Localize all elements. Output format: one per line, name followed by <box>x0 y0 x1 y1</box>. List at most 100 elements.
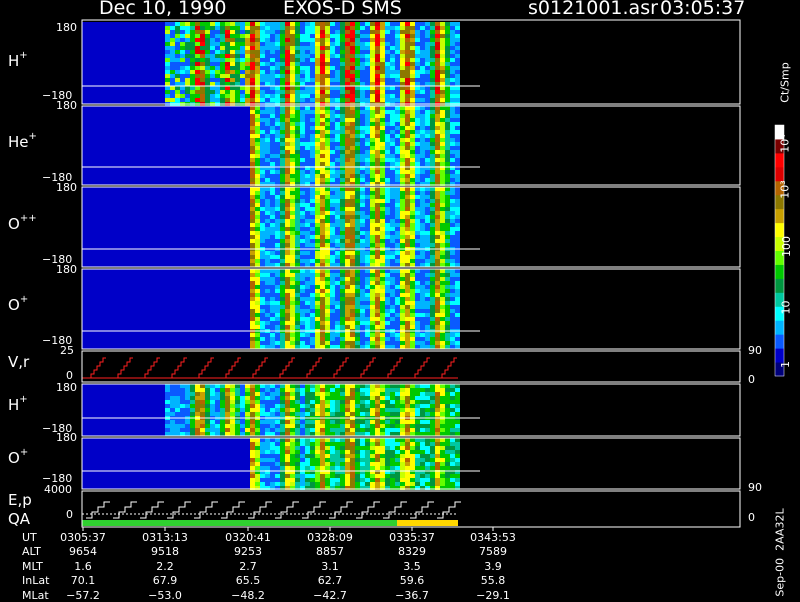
heatmap-cell <box>370 199 375 203</box>
heatmap-cell <box>265 66 270 70</box>
heatmap-cell <box>305 424 310 428</box>
heatmap-cell <box>260 313 265 317</box>
heatmap-cell <box>395 341 400 345</box>
heatmap-cell <box>370 239 375 243</box>
heatmap-cell <box>265 26 270 30</box>
heatmap-cell <box>385 392 390 396</box>
heatmap-cell <box>270 94 275 98</box>
heatmap-cell <box>275 158 280 162</box>
heatmap-cell <box>425 30 430 34</box>
heatmap-cell <box>255 34 260 38</box>
heatmap-cell <box>380 251 385 255</box>
heatmap-cell <box>335 158 340 162</box>
heatmap-cell <box>405 392 410 396</box>
heatmap-cell <box>450 98 455 102</box>
heatmap-cell <box>310 42 315 46</box>
heatmap-cell <box>400 392 405 396</box>
heatmap-cell <box>455 305 460 309</box>
heatmap-cell <box>260 297 265 301</box>
heatmap-cell <box>330 428 335 432</box>
heatmap-cell <box>410 285 415 289</box>
heatmap-cell <box>355 46 360 50</box>
heatmap-cell <box>290 187 295 191</box>
heatmap-cell <box>385 138 390 142</box>
heatmap-cell <box>200 54 205 58</box>
heatmap-cell <box>305 26 310 30</box>
heatmap-cell <box>270 432 275 436</box>
heatmap-cell <box>270 215 275 219</box>
heatmap-cell <box>415 58 420 62</box>
heatmap-cell <box>245 62 250 66</box>
heatmap-cell <box>395 396 400 400</box>
heatmap-cell <box>340 408 345 412</box>
heatmap-cell <box>350 450 355 454</box>
heatmap-cell <box>400 223 405 227</box>
heatmap-cell <box>310 150 315 154</box>
heatmap-cell <box>290 273 295 277</box>
heatmap-cell <box>315 277 320 281</box>
heatmap-cell <box>315 34 320 38</box>
heatmap-cell <box>455 269 460 273</box>
heatmap-cell <box>410 62 415 66</box>
heatmap-cell <box>315 142 320 146</box>
heatmap-cell <box>275 114 280 118</box>
heatmap-cell <box>290 281 295 285</box>
heatmap-cell <box>450 301 455 305</box>
heatmap-cell <box>285 126 290 130</box>
heatmap-cell <box>425 450 430 454</box>
heatmap-cell <box>355 199 360 203</box>
heatmap-cell <box>290 223 295 227</box>
heatmap-cell <box>335 98 340 102</box>
heatmap-cell <box>300 199 305 203</box>
heatmap-cell <box>440 86 445 90</box>
heatmap-cell <box>165 90 170 94</box>
heatmap-cell <box>200 66 205 70</box>
heatmap-cell <box>395 78 400 82</box>
heatmap-cell <box>400 227 405 231</box>
heatmap-cell <box>385 70 390 74</box>
heatmap-cell <box>235 408 240 412</box>
heatmap-cell <box>305 162 310 166</box>
heatmap-cell <box>325 130 330 134</box>
heatmap-cell <box>280 98 285 102</box>
heatmap-cell <box>315 428 320 432</box>
heatmap-cell <box>250 118 255 122</box>
heatmap-cell <box>185 22 190 26</box>
heatmap-cell <box>310 134 315 138</box>
heatmap-cell <box>175 82 180 86</box>
heatmap-cell <box>275 462 280 466</box>
heatmap-cell <box>440 122 445 126</box>
heatmap-cell <box>355 239 360 243</box>
heatmap-cell <box>365 466 370 470</box>
heatmap-cell <box>450 255 455 259</box>
heatmap-cell <box>440 26 445 30</box>
heatmap-cell <box>410 195 415 199</box>
heatmap-cell <box>260 458 265 462</box>
heatmap-cell <box>435 251 440 255</box>
heatmap-cell <box>265 227 270 231</box>
heatmap-cell <box>425 462 430 466</box>
heatmap-cell <box>305 281 310 285</box>
heatmap-cell <box>260 384 265 388</box>
heatmap-cell <box>305 442 310 446</box>
heatmap-cell <box>295 134 300 138</box>
heatmap-cell <box>375 223 380 227</box>
heatmap-cell <box>185 404 190 408</box>
heatmap-cell <box>410 396 415 400</box>
heatmap-cell <box>420 231 425 235</box>
heatmap-cell <box>320 54 325 58</box>
heatmap-cell <box>455 38 460 42</box>
heatmap-cell <box>370 22 375 26</box>
heatmap-cell <box>365 231 370 235</box>
heatmap-cell <box>250 146 255 150</box>
heatmap-cell <box>175 38 180 42</box>
heatmap-cell <box>245 34 250 38</box>
heatmap-cell <box>285 54 290 58</box>
heatmap-cell <box>365 110 370 114</box>
heatmap-cell <box>370 50 375 54</box>
heatmap-cell <box>395 227 400 231</box>
heatmap-cell <box>370 146 375 150</box>
heatmap-cell <box>440 30 445 34</box>
heatmap-cell <box>395 162 400 166</box>
heatmap-cell <box>190 78 195 82</box>
